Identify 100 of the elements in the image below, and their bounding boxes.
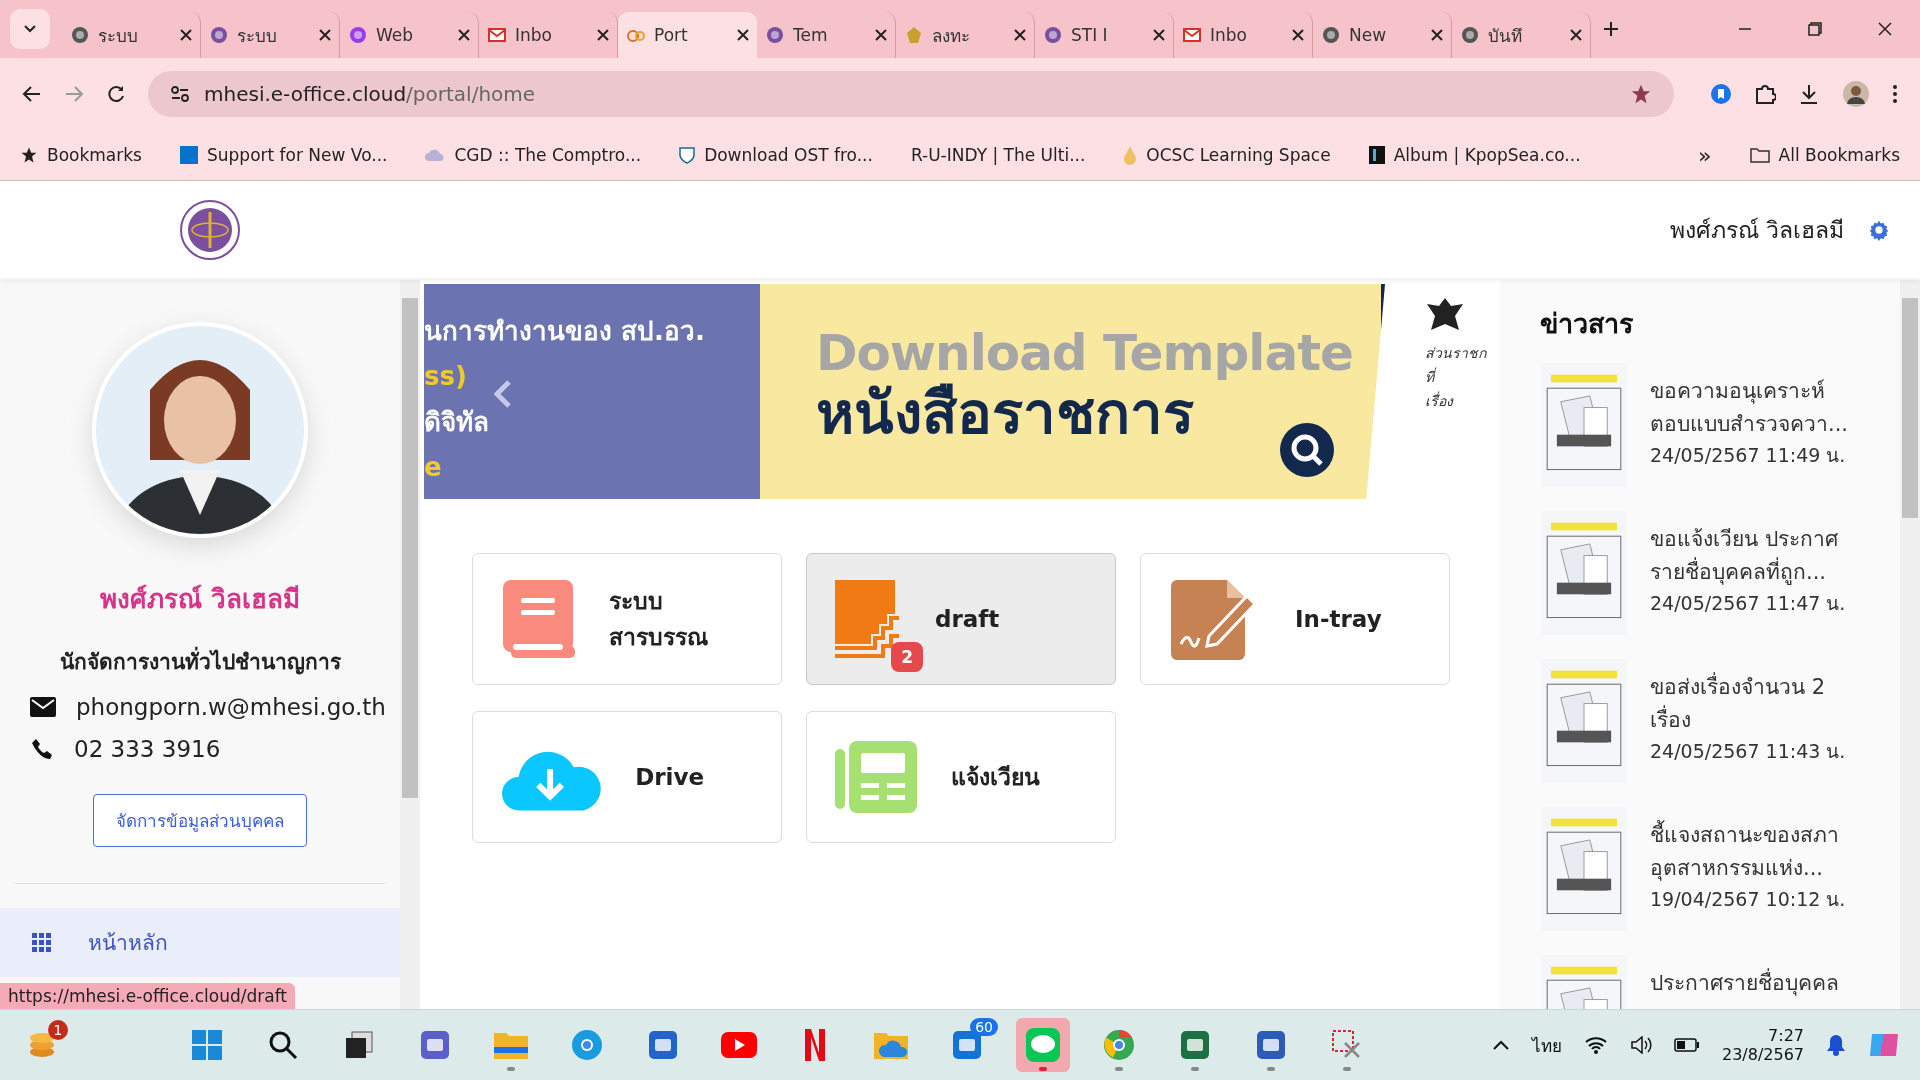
banner-title: Download Template [816,324,1354,382]
close-icon[interactable] [875,29,887,41]
tab-title: ระบบ [237,24,278,48]
bell-icon[interactable] [1826,1034,1846,1056]
play-icon [721,1032,757,1058]
site-settings-icon[interactable] [170,85,190,103]
close-icon[interactable] [1431,29,1443,41]
download-icon[interactable] [1798,83,1820,105]
news-heading: ข่าวสาร [1540,307,1635,341]
app-card[interactable]: Drive [472,711,782,843]
tab-favicon-icon [70,25,90,45]
profile-avatar-icon[interactable] [1842,80,1870,108]
app-card[interactable]: 2 draft [806,553,1116,685]
news-title[interactable]: ขอแจ้งเวียน ประกาศ รายชื่อบุคคลที่ถูก... [1650,523,1870,589]
app-tile-icon [1255,1029,1287,1061]
extensions-icon[interactable] [1754,83,1776,105]
banner-text: e [424,452,442,482]
tab-favicon-icon [1182,25,1202,45]
close-icon[interactable] [1153,29,1165,41]
app-card[interactable]: ระบบ สารบรรณ [472,553,782,685]
news-title[interactable]: ขอส่งเรื่องจำนวน 2 เรื่อง [1650,671,1870,737]
tab-favicon-icon [348,25,368,45]
phone-text: 02 333 3916 [74,736,221,762]
close-icon[interactable] [319,29,331,41]
previous-icon[interactable] [494,380,512,408]
tab-title: Web [376,25,415,45]
nav-item[interactable]: หน้าหลัก [0,908,400,977]
bookmark-extension-icon[interactable] [1710,83,1732,105]
close-icon[interactable] [458,29,470,41]
battery-icon[interactable] [1673,1038,1700,1052]
count-badge: 2 [891,642,923,672]
task-view-icon [344,1030,374,1060]
grid-icon [32,932,52,953]
favicon-icon [1368,146,1385,164]
close-icon[interactable] [1878,22,1892,36]
news-title[interactable]: ขอความอนุเคราะห์ ตอบแบบสำรวจควา... [1650,375,1870,441]
tab-favicon-icon [904,25,924,45]
reload-icon[interactable] [106,84,126,104]
notification-badge: 1 [48,1020,68,1040]
scrollbar[interactable] [400,280,420,1009]
document-text: ส่วนราชก [1425,344,1488,363]
news-date: 24/05/2567 11:43 น. [1650,739,1847,765]
stacked-pages-icon [835,580,901,658]
app-card[interactable]: แจ้งเวียน [806,711,1116,843]
favicon-icon [180,146,198,164]
news-title[interactable]: ชี้แจงสถานะของสภา อุตสาหกรรมแห่ง... [1650,819,1870,885]
phone-icon [30,737,54,761]
document-text: เรื่อง [1425,390,1455,411]
app-label: Drive [635,764,706,790]
close-icon[interactable] [180,29,192,41]
profile-name: พงศ์ภรณ์ วิลเฮลมี [99,583,301,616]
close-icon[interactable] [737,29,749,41]
bookmark-link[interactable]: CGD :: The Comptro... [454,145,642,165]
tab-title: New [1349,25,1388,45]
user-name: พงศ์ภรณ์ วิลเฮลมี [1669,215,1844,245]
shield-icon [679,146,696,164]
manage-profile-button[interactable]: จัดการข้อมูลส่วนบุคคล [93,794,307,847]
scrollbar[interactable] [1900,280,1920,1009]
more-bookmarks-button[interactable]: » [1698,142,1712,168]
browser-tab[interactable]: Port [618,12,757,58]
app-label: แจ้งเวียน [951,763,1041,792]
restore-icon[interactable] [1808,22,1822,36]
windows-icon [192,1030,222,1060]
bookmark-link[interactable]: Album | KpopSea.co... [1393,145,1581,165]
new-tab-icon[interactable] [1603,21,1619,37]
document-text: ที่ [1425,366,1437,387]
chevron-up-icon[interactable] [1491,1039,1510,1051]
address-bar[interactable]: mhesi.e-office.cloud/portal/home [148,71,1674,117]
app-card[interactable]: In-tray [1140,553,1450,685]
tab-title: Inbo [1210,25,1248,45]
count-badge: 60 [970,1018,998,1036]
close-icon[interactable] [597,29,609,41]
wifi-icon[interactable] [1583,1036,1608,1054]
tab-title: Port [654,25,689,45]
clock[interactable]: 7:27 23/8/2567 [1721,1026,1804,1064]
logo-icon [180,199,240,260]
news-title[interactable]: ประกาศรายชื่อบุคคล [1650,967,1870,1000]
bookmark-link[interactable]: R-U-INDY | The Ulti... [910,145,1086,165]
news-date: 19/04/2567 10:12 น. [1650,887,1847,913]
menu-icon[interactable] [1892,84,1898,104]
all-bookmarks-link[interactable]: All Bookmarks [1778,145,1900,165]
back-icon[interactable] [22,84,42,104]
folder-icon [494,1031,528,1059]
close-icon[interactable] [1570,29,1582,41]
app-tile-icon [419,1029,451,1061]
bookmark-link[interactable]: Download OST fro... [704,145,873,165]
bookmark-link[interactable]: OCSC Learning Space [1146,145,1331,165]
bookmark-link[interactable]: Bookmarks [47,145,142,165]
close-icon[interactable] [1014,29,1026,41]
volume-icon[interactable] [1629,1036,1652,1054]
status-url: https://mhesi.e-office.cloud/draft [0,983,295,1009]
language-indicator[interactable]: ไทย [1531,1031,1562,1059]
tab-title: บันทึ [1488,24,1523,48]
star-icon[interactable] [1630,83,1652,105]
app-label: draft [935,606,1001,632]
app-tile-icon [1179,1029,1211,1061]
tab-title: Tem [793,25,829,45]
bookmark-link[interactable]: Support for New Vo... [207,145,388,165]
folder-icon[interactable] [1749,147,1770,163]
close-icon[interactable] [1292,29,1304,41]
